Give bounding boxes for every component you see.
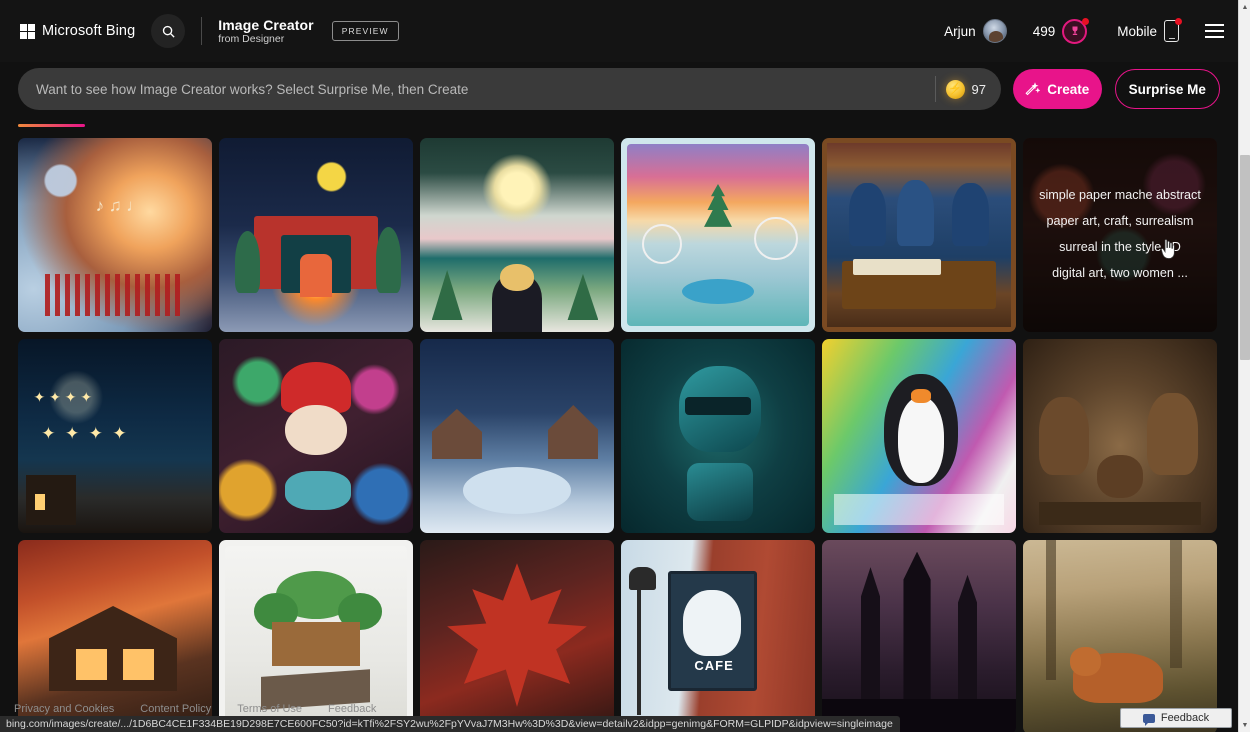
prompt-line: paper art, craft, surrealism: [1047, 215, 1194, 229]
footer-link-feedback[interactable]: Feedback: [328, 703, 376, 715]
feedback-speech-icon: [1143, 714, 1155, 723]
header-divider: [201, 17, 202, 45]
gallery-tile[interactable]: [822, 138, 1016, 332]
generated-image: ♪ ♫ ♩: [18, 138, 212, 332]
app-subtitle: from Designer: [218, 33, 313, 45]
active-tab-indicator: [18, 124, 85, 127]
boost-counter[interactable]: ⚡ 97: [946, 80, 995, 99]
mobile-button[interactable]: Mobile: [1117, 20, 1179, 42]
page-scrollbar[interactable]: ▲ ▼: [1238, 0, 1250, 732]
generated-image: [822, 339, 1016, 533]
gallery-tile[interactable]: [420, 339, 614, 533]
prompt-input[interactable]: [36, 82, 935, 97]
header-left-group: Microsoft Bing Image Creator from Design…: [0, 14, 399, 48]
generated-image: ✦ ✦ ✦ ✦ ✦ ✦ ✦ ✦: [18, 339, 212, 533]
gallery-tile[interactable]: [621, 339, 815, 533]
image-prompt-overlay: simple paper mache abstract paper art, c…: [1023, 138, 1217, 332]
hamburger-menu-icon[interactable]: [1205, 24, 1224, 38]
prompt-line: surreal in the style 3D: [1059, 241, 1181, 255]
prompt-input-container[interactable]: ⚡ 97: [18, 68, 1001, 110]
footer-link-privacy[interactable]: Privacy and Cookies: [14, 703, 114, 715]
prompt-line: digital art, two women ...: [1052, 267, 1188, 281]
preview-badge: PREVIEW: [332, 21, 399, 41]
user-name: Arjun: [944, 24, 976, 39]
top-header: Microsoft Bing Image Creator from Design…: [0, 0, 1238, 62]
gallery-tile[interactable]: [822, 339, 1016, 533]
boost-count-value: 97: [972, 82, 986, 97]
gallery-tile[interactable]: ✦ ✦ ✦ ✦ ✦ ✦ ✦ ✦: [18, 339, 212, 533]
image-gallery-grid: ♪ ♫ ♩: [18, 138, 1223, 732]
boost-separator: [935, 76, 936, 102]
feedback-button-label: Feedback: [1161, 712, 1209, 724]
gallery-tile[interactable]: [219, 138, 413, 332]
generated-image: [822, 138, 1016, 332]
browser-status-bar: bing.com/images/create/.../1D6BC4CE1F334…: [0, 716, 900, 732]
microsoft-squares-icon: [20, 24, 35, 39]
surprise-me-label: Surprise Me: [1129, 82, 1206, 97]
scrollbar-thumb[interactable]: [1240, 155, 1250, 360]
bing-logo-text: Microsoft Bing: [42, 23, 135, 39]
rewards-notification-dot: [1082, 18, 1089, 25]
prompt-bar: ⚡ 97 Create Surprise Me: [18, 68, 1220, 110]
status-bar-url: bing.com/images/create/.../1D6BC4CE1F334…: [6, 718, 893, 730]
app-title: Image Creator: [218, 17, 313, 33]
bing-logo[interactable]: Microsoft Bing: [20, 23, 135, 39]
generated-image: [219, 339, 413, 533]
search-button[interactable]: [151, 14, 185, 48]
generated-image: [420, 138, 614, 332]
gallery-tile[interactable]: ♪ ♫ ♩: [18, 138, 212, 332]
image-creator-branding[interactable]: Image Creator from Designer: [218, 17, 313, 45]
image-creator-page: Microsoft Bing Image Creator from Design…: [0, 0, 1250, 732]
phone-icon: [1164, 20, 1179, 42]
lightning-coin-icon: ⚡: [946, 80, 965, 99]
generated-image: [420, 339, 614, 533]
search-icon: [161, 24, 176, 39]
footer-link-terms[interactable]: Terms of Use: [237, 703, 302, 715]
scrollbar-up-arrow[interactable]: ▲: [1239, 0, 1250, 14]
mobile-label: Mobile: [1117, 24, 1157, 39]
gallery-tile-hovered[interactable]: simple paper mache abstract paper art, c…: [1023, 138, 1217, 332]
create-button-label: Create: [1047, 82, 1089, 97]
rewards-button[interactable]: 499: [1033, 19, 1088, 44]
avatar: [983, 19, 1007, 43]
surprise-me-button[interactable]: Surprise Me: [1115, 69, 1220, 109]
create-button[interactable]: Create: [1013, 69, 1102, 109]
prompt-line: simple paper mache abstract: [1039, 189, 1201, 203]
scrollbar-down-arrow[interactable]: ▼: [1239, 718, 1250, 732]
rewards-points: 499: [1033, 24, 1056, 39]
generated-image: [627, 144, 809, 326]
mobile-notification-dot: [1175, 18, 1182, 25]
gallery-tile[interactable]: [1023, 339, 1217, 533]
gallery-tile[interactable]: [420, 138, 614, 332]
feedback-button[interactable]: Feedback: [1120, 708, 1232, 728]
magic-wand-icon: [1025, 82, 1040, 97]
gallery-tile[interactable]: [621, 138, 815, 332]
user-account[interactable]: Arjun: [944, 19, 1007, 43]
generated-image: [1023, 339, 1217, 533]
footer-link-content-policy[interactable]: Content Policy: [140, 703, 211, 715]
gallery-tile[interactable]: [219, 339, 413, 533]
trophy-glyph-icon: [1069, 25, 1081, 37]
generated-image: [621, 339, 815, 533]
generated-image: [219, 138, 413, 332]
header-right-group: Arjun 499 Mobile: [944, 19, 1238, 44]
rewards-badge: [1062, 19, 1087, 44]
